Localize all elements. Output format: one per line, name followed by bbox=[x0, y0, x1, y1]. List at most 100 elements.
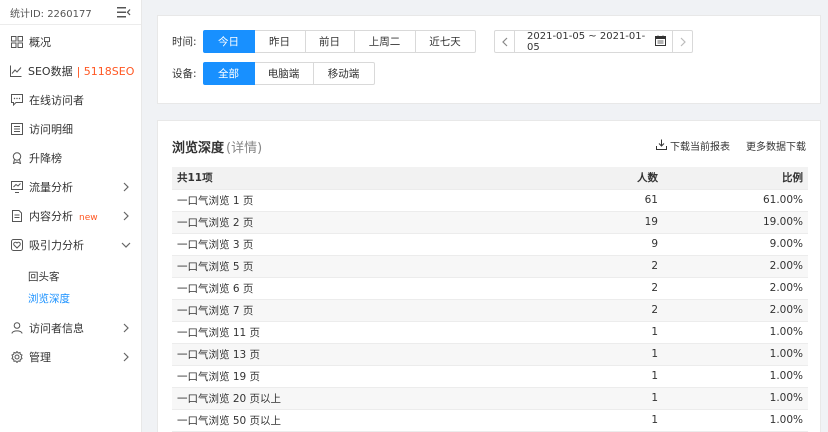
time-last-seven-days-button[interactable]: 近七天 bbox=[415, 30, 476, 53]
download-current-label: 下载当前报表 bbox=[670, 142, 730, 153]
time-today-button[interactable]: 今日 bbox=[202, 30, 255, 53]
row-ratio: 9.00% bbox=[663, 233, 808, 256]
row-count: 2 bbox=[553, 299, 663, 322]
table-row: 一口气浏览 7 页 2 2.00% bbox=[172, 299, 808, 322]
row-count: 1 bbox=[553, 387, 663, 410]
row-ratio: 2.00% bbox=[663, 299, 808, 322]
device-mobile-button[interactable]: 移动端 bbox=[313, 62, 375, 85]
sidebar-item-attraction[interactable]: 吸引力分析 bbox=[0, 230, 141, 259]
sidebar-item-label: SEO数据 bbox=[28, 64, 73, 78]
sidebar-item-manage[interactable]: 管理 bbox=[0, 342, 141, 371]
sidebar-item-overview[interactable]: 概况 bbox=[0, 27, 141, 56]
collapse-menu-icon[interactable] bbox=[117, 6, 131, 18]
row-label: 一口气浏览 19 页 bbox=[172, 365, 553, 388]
sidebar-item-visit-details[interactable]: 访问明细 bbox=[0, 114, 141, 143]
row-ratio: 1.00% bbox=[663, 387, 808, 410]
panel-actions: 下载当前报表 更多数据下载 bbox=[640, 138, 806, 153]
table-row: 一口气浏览 50 页以上 1 1.00% bbox=[172, 409, 808, 432]
row-count: 2 bbox=[553, 277, 663, 300]
table-row: 一口气浏览 3 页 9 9.00% bbox=[172, 233, 808, 256]
row-ratio: 1.00% bbox=[663, 365, 808, 388]
row-label: 一口气浏览 2 页 bbox=[172, 211, 553, 234]
table-row: 一口气浏览 20 页以上 1 1.00% bbox=[172, 387, 808, 410]
sidebar-item-content[interactable]: 内容分析 new bbox=[0, 201, 141, 230]
sidebar-item-label: 访问明细 bbox=[29, 122, 73, 136]
time-label: 时间: bbox=[172, 36, 197, 48]
more-download-button[interactable]: 更多数据下载 bbox=[746, 138, 806, 153]
date-range-value: 2021-01-05 ~ 2021-01-05 bbox=[527, 30, 646, 53]
column-header-count: 人数 bbox=[553, 167, 663, 190]
row-label: 一口气浏览 11 页 bbox=[172, 321, 553, 344]
chevron-right-icon[interactable] bbox=[672, 31, 692, 52]
time-last-tuesday-button[interactable]: 上周二 bbox=[354, 30, 416, 53]
time-button-group: 今日 昨日 前日 上周二 近七天 bbox=[202, 30, 476, 53]
sidebar-item-label: 吸引力分析 bbox=[29, 238, 84, 252]
sidebar-item-visitor-info[interactable]: 访问者信息 bbox=[0, 313, 141, 342]
grid-icon bbox=[10, 35, 23, 48]
sidebar-header: 统计ID: 2260177 bbox=[0, 0, 141, 25]
device-filter-row: 设备: 全部 电脑端 移动端 bbox=[172, 62, 375, 85]
chart-line-icon bbox=[10, 64, 22, 77]
row-count: 1 bbox=[553, 343, 663, 366]
download-current-button[interactable]: 下载当前报表 bbox=[656, 138, 730, 153]
column-header-ratio: 比例 bbox=[663, 167, 808, 190]
sidebar: 统计ID: 2260177 概况 SEO数据 | 5118SEO 在线访问者 访问… bbox=[0, 0, 142, 432]
chevron-left-icon[interactable] bbox=[495, 31, 515, 52]
calendar-icon bbox=[655, 35, 666, 49]
row-count: 9 bbox=[553, 233, 663, 256]
chevron-right-icon bbox=[121, 352, 131, 362]
row-ratio: 1.00% bbox=[663, 409, 808, 432]
table-header-row: 共11项 人数 比例 bbox=[172, 167, 808, 190]
sidebar-subitem-depth[interactable]: 浏览深度 bbox=[0, 287, 141, 309]
time-day-before-button[interactable]: 前日 bbox=[305, 30, 355, 53]
user-icon bbox=[10, 321, 23, 334]
date-range-input[interactable]: 2021-01-05 ~ 2021-01-05 bbox=[515, 30, 672, 53]
table-row: 一口气浏览 6 页 2 2.00% bbox=[172, 277, 808, 300]
chat-icon bbox=[10, 93, 23, 106]
sidebar-item-traffic[interactable]: 流量分析 bbox=[0, 172, 141, 201]
row-ratio: 2.00% bbox=[663, 255, 808, 278]
sidebar-item-label: 概况 bbox=[29, 35, 51, 49]
table-row: 一口气浏览 11 页 1 1.00% bbox=[172, 321, 808, 344]
chevron-right-icon bbox=[121, 182, 131, 192]
row-ratio: 1.00% bbox=[663, 321, 808, 344]
row-label: 一口气浏览 50 页以上 bbox=[172, 409, 553, 432]
sidebar-item-online-visitors[interactable]: 在线访问者 bbox=[0, 85, 141, 114]
device-all-button[interactable]: 全部 bbox=[202, 62, 255, 85]
table-row: 一口气浏览 19 页 1 1.00% bbox=[172, 365, 808, 388]
row-label: 一口气浏览 13 页 bbox=[172, 343, 553, 366]
list-icon bbox=[10, 122, 23, 135]
chevron-right-icon bbox=[121, 323, 131, 333]
depth-table: 共11项 人数 比例 一口气浏览 1 页 61 61.00% 一口气浏览 2 页 19… bbox=[172, 167, 808, 432]
column-header-item: 共11项 bbox=[172, 167, 553, 190]
row-count: 1 bbox=[553, 321, 663, 344]
depth-table-panel: 浏览深度 (详情) 下载当前报表 更多数据下载 共11项 人数 比例 一口气浏览 … bbox=[157, 120, 821, 432]
sidebar-item-label-wrap: 内容分析 new bbox=[29, 208, 121, 224]
table-row: 一口气浏览 5 页 2 2.00% bbox=[172, 255, 808, 278]
device-pc-button[interactable]: 电脑端 bbox=[254, 62, 314, 85]
row-ratio: 19.00% bbox=[663, 211, 808, 234]
download-icon bbox=[656, 139, 670, 153]
table-row: 一口气浏览 2 页 19 19.00% bbox=[172, 211, 808, 234]
table-row: 一口气浏览 13 页 1 1.00% bbox=[172, 343, 808, 366]
sidebar-item-seo[interactable]: SEO数据 | 5118SEO bbox=[0, 56, 141, 85]
row-ratio: 61.00% bbox=[663, 189, 808, 212]
date-range-picker: 2021-01-05 ~ 2021-01-05 bbox=[494, 30, 693, 53]
row-ratio: 1.00% bbox=[663, 343, 808, 366]
sidebar-subitem-returning[interactable]: 回头客 bbox=[0, 265, 141, 287]
sidebar-item-label: 在线访问者 bbox=[29, 93, 84, 107]
device-button-group: 全部 电脑端 移动端 bbox=[202, 62, 375, 85]
sidebar-item-ranking[interactable]: 升降榜 bbox=[0, 143, 141, 172]
table-row: 一口气浏览 1 页 61 61.00% bbox=[172, 189, 808, 212]
gear-icon bbox=[10, 350, 23, 363]
time-yesterday-button[interactable]: 昨日 bbox=[254, 30, 306, 53]
seo-5118-link[interactable]: | 5118SEO bbox=[77, 65, 135, 78]
detail-link[interactable]: (详情) bbox=[226, 141, 262, 156]
row-label: 一口气浏览 5 页 bbox=[172, 255, 553, 278]
file-icon bbox=[10, 209, 23, 222]
row-count: 19 bbox=[553, 211, 663, 234]
row-label: 一口气浏览 7 页 bbox=[172, 299, 553, 322]
time-filter-row: 时间: 今日 昨日 前日 上周二 近七天 bbox=[172, 30, 476, 53]
monitor-icon bbox=[10, 180, 23, 193]
row-label: 一口气浏览 1 页 bbox=[172, 189, 553, 212]
